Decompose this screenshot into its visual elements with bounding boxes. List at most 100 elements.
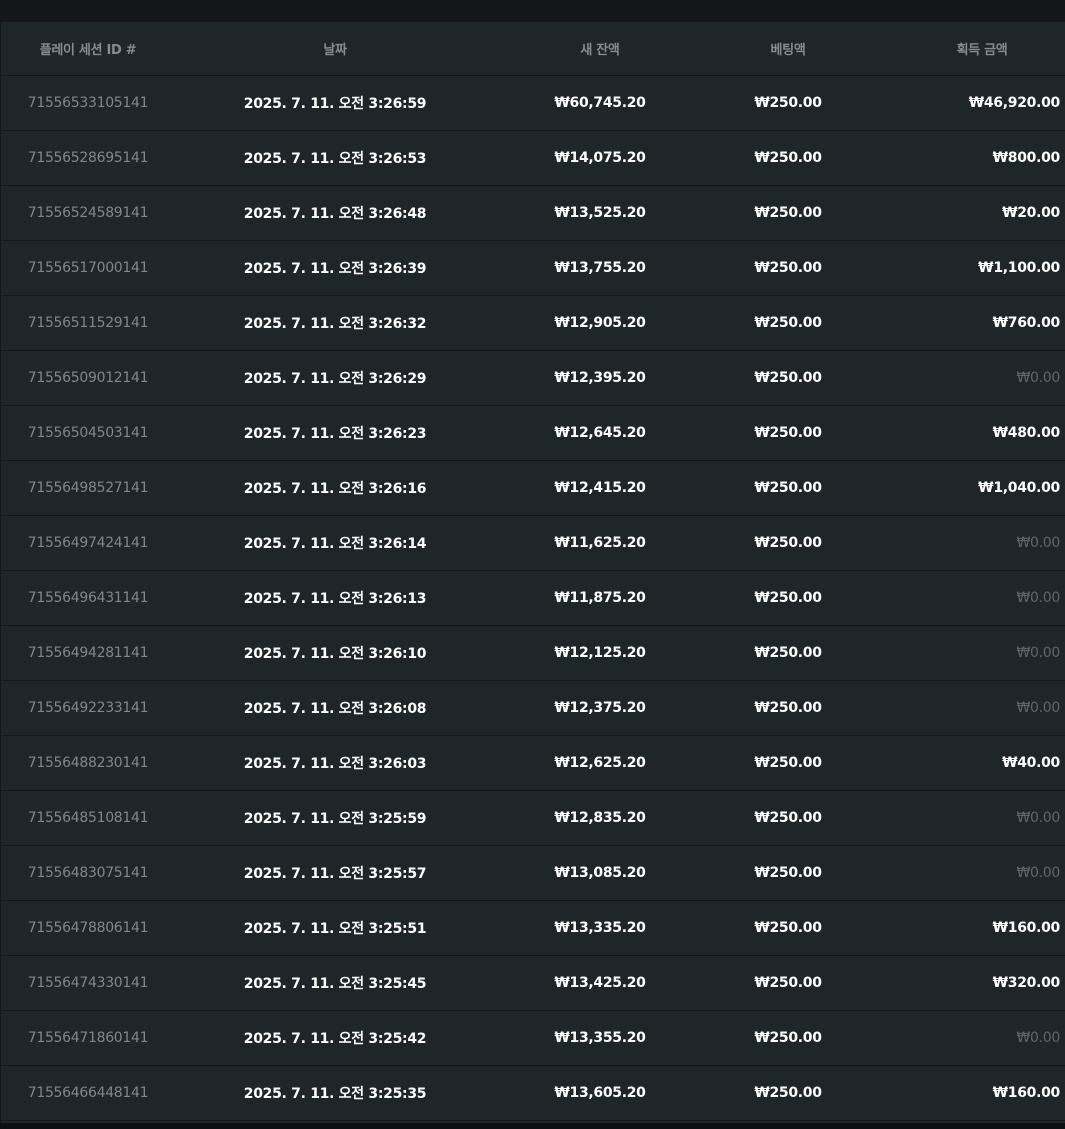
bet-amount-cell: ₩250.00 [754, 645, 822, 661]
session-id-cell: 71556478806141 [27, 920, 149, 936]
bet-amount-cell: ₩250.00 [754, 810, 822, 826]
table-row[interactable]: 71556466448141 2025. 7. 11. 오전 3:25:35 ₩13… [1, 1066, 1065, 1121]
session-id-cell: 71556524589141 [27, 205, 149, 221]
bet-amount-cell: ₩250.00 [754, 590, 822, 606]
win-amount-cell: ₩760.00 [992, 315, 1061, 331]
new-balance-cell: ₩13,605.20 [554, 1085, 646, 1101]
bet-amount-cell: ₩250.00 [754, 1085, 822, 1101]
table-row[interactable]: 71556494281141 2025. 7. 11. 오전 3:26:10 ₩12… [1, 626, 1065, 681]
table-row[interactable]: 71556498527141 2025. 7. 11. 오전 3:26:16 ₩12… [1, 461, 1065, 516]
table-header: 플레이 세션 ID # 날짜 새 잔액 베팅액 획득 금액 [1, 22, 1065, 76]
bet-amount-cell: ₩250.00 [754, 315, 822, 331]
table-row[interactable]: 71556511529141 2025. 7. 11. 오전 3:26:32 ₩12… [1, 296, 1065, 351]
bet-amount-cell: ₩250.00 [754, 370, 822, 386]
table-row[interactable]: 71556483075141 2025. 7. 11. 오전 3:25:57 ₩13… [1, 846, 1065, 901]
new-balance-cell: ₩13,335.20 [554, 920, 646, 936]
header-session-id[interactable]: 플레이 세션 ID # [1, 39, 175, 58]
date-cell: 2025. 7. 11. 오전 3:26:32 [243, 316, 427, 332]
table-row[interactable]: 71556474330141 2025. 7. 11. 오전 3:25:45 ₩13… [1, 956, 1065, 1011]
new-balance-cell: ₩60,745.20 [554, 95, 646, 111]
table-row[interactable]: 71556478806141 2025. 7. 11. 오전 3:25:51 ₩13… [1, 901, 1065, 956]
date-cell: 2025. 7. 11. 오전 3:25:51 [243, 921, 427, 937]
new-balance-cell: ₩12,645.20 [554, 425, 646, 441]
date-cell: 2025. 7. 11. 오전 3:26:23 [243, 426, 427, 442]
session-id-cell: 71556471860141 [27, 1030, 149, 1046]
date-cell: 2025. 7. 11. 오전 3:25:35 [243, 1086, 427, 1102]
session-id-cell: 71556498527141 [27, 480, 149, 496]
win-amount-cell: ₩0.00 [1016, 370, 1060, 386]
date-cell: 2025. 7. 11. 오전 3:25:59 [243, 811, 427, 827]
table-row[interactable]: 71556485108141 2025. 7. 11. 오전 3:25:59 ₩12… [1, 791, 1065, 846]
table-row[interactable]: 71556524589141 2025. 7. 11. 오전 3:26:48 ₩13… [1, 186, 1065, 241]
table-row[interactable]: 71556517000141 2025. 7. 11. 오전 3:26:39 ₩13… [1, 241, 1065, 296]
table-row[interactable]: 71556528695141 2025. 7. 11. 오전 3:26:53 ₩14… [1, 131, 1065, 186]
bet-amount-cell: ₩250.00 [754, 975, 822, 991]
bet-amount-cell: ₩250.00 [754, 535, 822, 551]
header-win-amount[interactable]: 획득 금액 [871, 39, 1063, 58]
table-row[interactable]: 71556504503141 2025. 7. 11. 오전 3:26:23 ₩12… [1, 406, 1065, 461]
new-balance-cell: ₩12,905.20 [554, 315, 646, 331]
new-balance-cell: ₩13,355.20 [554, 1030, 646, 1046]
win-amount-cell: ₩160.00 [992, 920, 1061, 936]
header-bet-amount[interactable]: 베팅액 [705, 39, 871, 58]
table-row[interactable]: 71556533105141 2025. 7. 11. 오전 3:26:59 ₩60… [1, 76, 1065, 131]
date-cell: 2025. 7. 11. 오전 3:26:08 [243, 701, 427, 717]
bet-amount-cell: ₩250.00 [754, 700, 822, 716]
table-row[interactable]: 71556497424141 2025. 7. 11. 오전 3:26:14 ₩11… [1, 516, 1065, 571]
session-id-cell: 71556533105141 [27, 95, 149, 111]
new-balance-cell: ₩13,085.20 [554, 865, 646, 881]
bet-amount-cell: ₩250.00 [754, 260, 822, 276]
header-new-balance[interactable]: 새 잔액 [495, 39, 705, 58]
session-id-cell: 71556483075141 [27, 865, 149, 881]
session-id-cell: 71556504503141 [27, 425, 149, 441]
new-balance-cell: ₩12,375.20 [554, 700, 646, 716]
date-cell: 2025. 7. 11. 오전 3:25:57 [243, 866, 427, 882]
bet-amount-cell: ₩250.00 [754, 205, 822, 221]
new-balance-cell: ₩12,835.20 [554, 810, 646, 826]
date-cell: 2025. 7. 11. 오전 3:25:42 [243, 1031, 427, 1047]
date-cell: 2025. 7. 11. 오전 3:25:45 [243, 976, 427, 992]
bet-amount-cell: ₩250.00 [754, 1030, 822, 1046]
table-row[interactable]: 71556496431141 2025. 7. 11. 오전 3:26:13 ₩11… [1, 571, 1065, 626]
table-body: 71556533105141 2025. 7. 11. 오전 3:26:59 ₩60… [1, 76, 1065, 1121]
bet-amount-cell: ₩250.00 [754, 755, 822, 771]
session-id-cell: 71556474330141 [27, 975, 149, 991]
top-strip [0, 0, 1065, 22]
win-amount-cell: ₩0.00 [1016, 645, 1060, 661]
new-balance-cell: ₩11,875.20 [554, 590, 646, 606]
session-id-cell: 71556511529141 [27, 315, 149, 331]
win-amount-cell: ₩0.00 [1016, 700, 1060, 716]
table-row[interactable]: 71556509012141 2025. 7. 11. 오전 3:26:29 ₩12… [1, 351, 1065, 406]
table-row[interactable]: 71556471860141 2025. 7. 11. 오전 3:25:42 ₩13… [1, 1011, 1065, 1066]
date-cell: 2025. 7. 11. 오전 3:26:10 [243, 646, 427, 662]
table-row[interactable]: 71556492233141 2025. 7. 11. 오전 3:26:08 ₩12… [1, 681, 1065, 736]
win-amount-cell: ₩46,920.00 [968, 95, 1061, 111]
win-amount-cell: ₩0.00 [1016, 590, 1060, 606]
history-table: 플레이 세션 ID # 날짜 새 잔액 베팅액 획득 금액 7155653310… [0, 22, 1065, 1123]
new-balance-cell: ₩13,755.20 [554, 260, 646, 276]
date-cell: 2025. 7. 11. 오전 3:26:48 [243, 206, 427, 222]
bet-amount-cell: ₩250.00 [754, 920, 822, 936]
win-amount-cell: ₩0.00 [1016, 865, 1060, 881]
date-cell: 2025. 7. 11. 오전 3:26:16 [243, 481, 427, 497]
session-id-cell: 71556517000141 [27, 260, 149, 276]
win-amount-cell: ₩1,100.00 [978, 260, 1060, 276]
new-balance-cell: ₩12,415.20 [554, 480, 646, 496]
session-id-cell: 71556497424141 [27, 535, 149, 551]
date-cell: 2025. 7. 11. 오전 3:26:03 [243, 756, 427, 772]
win-amount-cell: ₩800.00 [992, 150, 1061, 166]
win-amount-cell: ₩480.00 [992, 425, 1061, 441]
win-amount-cell: ₩160.00 [992, 1085, 1061, 1101]
session-id-cell: 71556492233141 [27, 700, 149, 716]
new-balance-cell: ₩13,425.20 [554, 975, 646, 991]
win-amount-cell: ₩320.00 [992, 975, 1061, 991]
session-id-cell: 71556496431141 [27, 590, 149, 606]
header-date[interactable]: 날짜 [175, 39, 495, 58]
bet-amount-cell: ₩250.00 [754, 150, 822, 166]
new-balance-cell: ₩12,625.20 [554, 755, 646, 771]
table-row[interactable]: 71556488230141 2025. 7. 11. 오전 3:26:03 ₩12… [1, 736, 1065, 791]
session-id-cell: 71556509012141 [27, 370, 149, 386]
date-cell: 2025. 7. 11. 오전 3:26:14 [243, 536, 427, 552]
session-id-cell: 71556488230141 [27, 755, 149, 771]
date-cell: 2025. 7. 11. 오전 3:26:29 [243, 371, 427, 387]
